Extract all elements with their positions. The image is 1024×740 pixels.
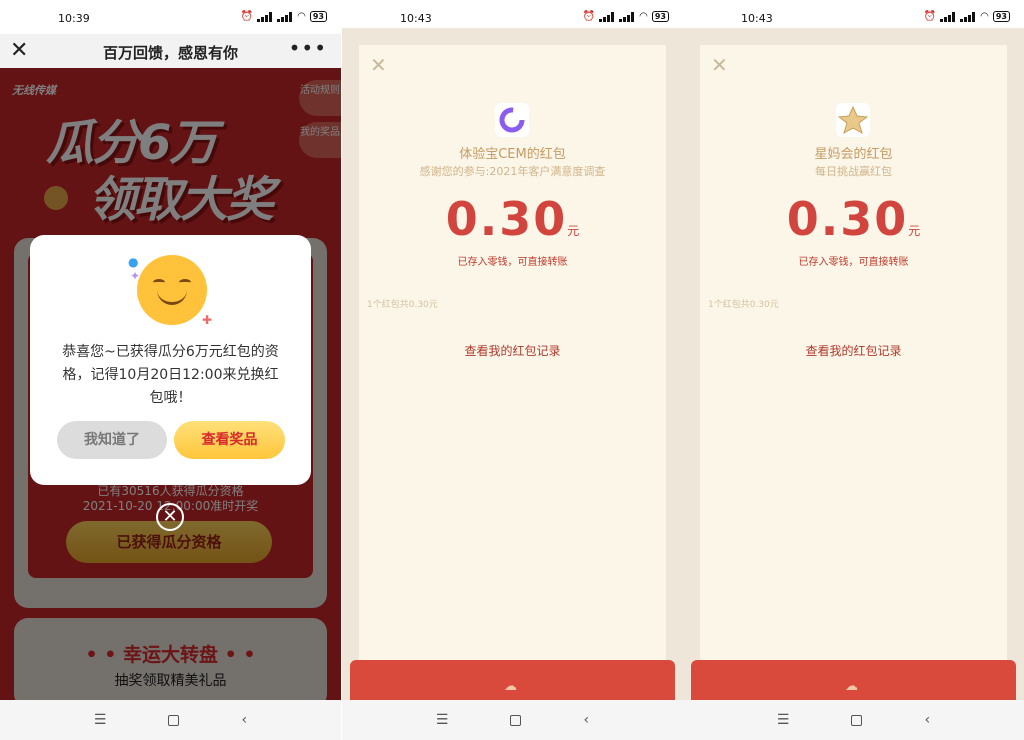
- status-icons: ⏰ ◠ 93: [924, 11, 1010, 22]
- signal-icon: [599, 11, 615, 22]
- amount-value: 0.30: [445, 192, 568, 246]
- alarm-icon: ⏰: [582, 11, 596, 22]
- battery-icon: 93: [651, 11, 669, 22]
- amount-unit: 元: [908, 224, 921, 238]
- status-icons: ⏰ ◠ 93: [583, 11, 669, 22]
- sparkle-icon: ✦: [130, 269, 141, 283]
- wifi-icon: ◠: [639, 11, 648, 22]
- congrats-modal: ● ✦ ✚ 恭喜您~已获得瓜分6万元红包的资格，记得10月20日12:00来兑换…: [30, 235, 311, 485]
- status-bar: 10:39 ⏰ ◠ 93: [0, 0, 341, 34]
- redpacket-card: [359, 45, 666, 675]
- signal-icon: [940, 11, 956, 22]
- close-icon[interactable]: ✕: [156, 503, 184, 531]
- menu-icon[interactable]: ☰: [777, 712, 790, 728]
- packet-count: 1个红包共0.30元: [708, 300, 779, 310]
- alarm-icon: ⏰: [923, 11, 937, 22]
- menu-icon[interactable]: ☰: [94, 712, 107, 728]
- home-icon[interactable]: [851, 714, 863, 726]
- redpacket-title: 体验宝CEM的红包: [459, 147, 566, 162]
- wifi-icon: ◠: [297, 11, 306, 22]
- signal-icon: [619, 11, 635, 22]
- battery-icon: 93: [309, 11, 327, 22]
- back-icon[interactable]: ‹: [583, 712, 589, 728]
- redpacket-card: [700, 45, 1007, 675]
- star-logo-icon: [836, 103, 870, 137]
- nav-bar: ☰ ‹: [683, 700, 1024, 740]
- nav-bar: ☰ ‹: [0, 700, 341, 740]
- menu-icon[interactable]: ☰: [436, 712, 449, 728]
- modal-message: 恭喜您~已获得瓜分6万元红包的资格，记得10月20日12:00来兑换红包哦！: [62, 344, 279, 406]
- redpacket-amount: 0.30元: [342, 192, 683, 246]
- redpacket-subtitle: 感谢您的参与:2021年客户满意度调查: [419, 165, 606, 178]
- smile-icon: [137, 255, 207, 325]
- deposit-note: 已存入零钱，可直接转账: [798, 257, 909, 268]
- plus-icon: ✚: [202, 313, 213, 327]
- close-icon[interactable]: ✕: [711, 53, 728, 77]
- screen-activity: 10:39 ⏰ ◠ 93 ✕ 百万回馈，感恩有你 ••• 无线传媒 瓜分6万 领…: [0, 0, 341, 740]
- redpacket-amount: 0.30元: [683, 192, 1024, 246]
- deposit-note: 已存入零钱，可直接转账: [457, 257, 568, 268]
- nav-bar: ☰ ‹: [342, 700, 683, 740]
- view-prize-button[interactable]: 查看奖品: [174, 421, 285, 459]
- redpacket-title: 星妈会的红包: [814, 147, 893, 162]
- status-time: 10:39: [58, 12, 90, 25]
- view-records-link[interactable]: 查看我的红包记录: [342, 342, 683, 359]
- signal-icon: [277, 11, 293, 22]
- amount-value: 0.30: [786, 192, 909, 246]
- view-records-link[interactable]: 查看我的红包记录: [683, 342, 1024, 359]
- amount-unit: 元: [567, 224, 580, 238]
- cem-logo-icon: [495, 103, 529, 137]
- dismiss-button[interactable]: 我知道了: [57, 421, 167, 459]
- back-icon[interactable]: ‹: [924, 712, 930, 728]
- title-bar: ✕ 百万回馈，感恩有你 •••: [0, 34, 341, 68]
- status-time: 10:43: [741, 12, 773, 25]
- signal-icon: [960, 11, 976, 22]
- alarm-icon: ⏰: [240, 11, 254, 22]
- battery-icon: 93: [992, 11, 1010, 22]
- wechat-pay-icon: ☁: [845, 679, 858, 694]
- wifi-icon: ◠: [980, 11, 989, 22]
- back-icon[interactable]: ‹: [241, 712, 247, 728]
- screen-redpacket-cem: 10:43 ⏰ ◠ 93 ✕ 体验宝CEM的红包 感谢您的参与:2021年客户满…: [342, 0, 683, 740]
- screen-redpacket-xingmahui: 10:43 ⏰ ◠ 93 ✕ 星妈会的红包 每日挑战赢红包 0.30元 已存入零…: [683, 0, 1024, 740]
- home-icon[interactable]: [168, 714, 180, 726]
- more-button[interactable]: •••: [289, 36, 327, 60]
- home-icon[interactable]: [510, 714, 522, 726]
- signal-icon: [257, 11, 273, 22]
- sparkle-icon: ●: [128, 255, 139, 269]
- packet-count: 1个红包共0.30元: [367, 300, 438, 310]
- wechat-pay-icon: ☁: [504, 679, 517, 694]
- close-icon[interactable]: ✕: [370, 53, 387, 77]
- status-time: 10:43: [400, 12, 432, 25]
- status-icons: ⏰ ◠ 93: [241, 11, 327, 22]
- redpacket-subtitle: 每日挑战赢红包: [815, 165, 892, 178]
